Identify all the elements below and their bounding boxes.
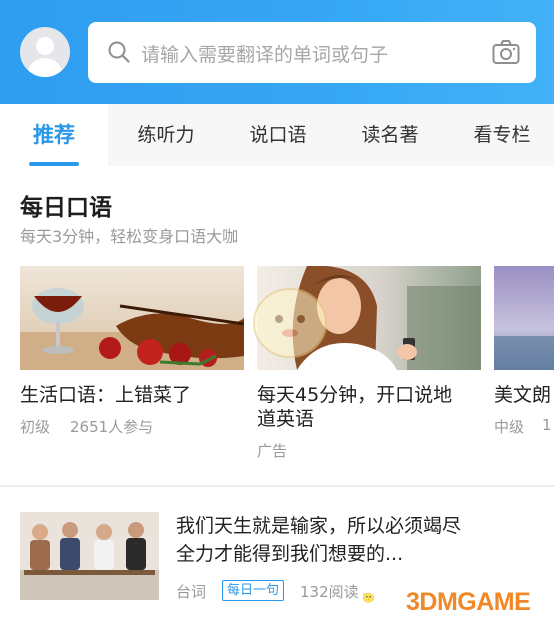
chick-logo-icon xyxy=(362,593,375,603)
article-read-count: 132阅读 xyxy=(300,583,359,601)
article-thumbnail[interactable] xyxy=(20,512,159,600)
search-bar[interactable]: 请输入需要翻译的单词或句子 xyxy=(88,22,536,83)
tab-label: 练听力 xyxy=(137,124,195,146)
tab-speaking[interactable]: 说口语 xyxy=(222,104,334,166)
tab-listening[interactable]: 练听力 xyxy=(110,104,222,166)
tab-classics[interactable]: 读名著 xyxy=(334,104,446,166)
active-tab-indicator xyxy=(29,162,79,166)
card-participants: 2651人参与 xyxy=(70,418,154,436)
tab-label: 说口语 xyxy=(249,124,307,146)
section-title: 每日口语 xyxy=(20,195,112,221)
section-subtitle: 每天3分钟，轻松变身口语大咖 xyxy=(20,227,239,246)
landscape-image xyxy=(494,266,554,370)
card-level: 中级 xyxy=(494,418,525,436)
daily-sentence-badge: 每日一句 xyxy=(222,580,285,601)
card-thumbnail[interactable] xyxy=(494,266,554,370)
card-title[interactable]: 生活口语：上错菜了 xyxy=(20,383,191,407)
avatar[interactable] xyxy=(20,27,70,77)
card-title[interactable]: 美文朗 xyxy=(494,383,551,407)
watermark-text: 3DMGAME xyxy=(406,588,531,616)
card-title-line1[interactable]: 每天45分钟，开口说地 xyxy=(257,383,452,407)
article-title-line2: 全力才能得到我们想要的... xyxy=(176,543,404,565)
article-title-line1: 我们天生就是输家，所以必须竭尽 xyxy=(176,515,462,537)
mascot-watermark-icon xyxy=(253,288,327,358)
card-participants: 1 xyxy=(542,416,552,434)
camera-icon[interactable] xyxy=(492,39,520,65)
tab-label: 读名著 xyxy=(361,124,419,146)
category-tabs: 推荐 练听力 说口语 读名著 看专栏 xyxy=(0,104,554,166)
tab-label: 看专栏 xyxy=(473,124,531,146)
avatar-head xyxy=(36,37,54,55)
wine-violin-image xyxy=(20,266,244,370)
search-icon xyxy=(108,41,130,63)
article-category: 台词 xyxy=(176,583,207,601)
tab-columns[interactable]: 看专栏 xyxy=(446,104,554,166)
article-title[interactable]: 我们天生就是输家，所以必须竭尽 全力才能得到我们想要的... xyxy=(176,512,531,568)
top-header: 请输入需要翻译的单词或句子 xyxy=(0,0,554,104)
section-divider xyxy=(0,485,554,487)
tab-label: 推荐 xyxy=(33,123,75,147)
ad-label: 广告 xyxy=(257,442,288,460)
avatar-body xyxy=(27,58,63,77)
card-title-line2[interactable]: 道英语 xyxy=(257,407,314,431)
group-photo-image xyxy=(20,512,159,600)
tab-recommend[interactable]: 推荐 xyxy=(0,104,108,166)
card-thumbnail[interactable] xyxy=(20,266,244,370)
search-input[interactable]: 请输入需要翻译的单词或句子 xyxy=(141,40,388,67)
card-level: 初级 xyxy=(20,418,51,436)
